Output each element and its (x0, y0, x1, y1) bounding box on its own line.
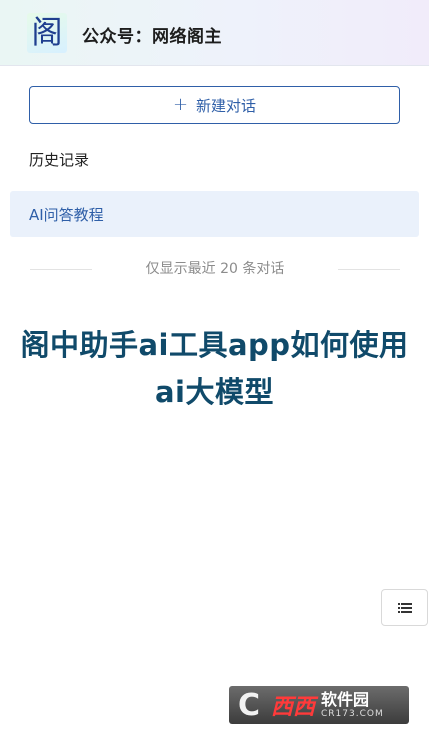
new-chat-label: 新建对话 (196, 96, 257, 115)
app-header: 阁 公众号：网络阁主 (0, 0, 429, 66)
page-headline: 阁中助手ai工具app如何使用 ai大模型 (0, 322, 429, 416)
plus-icon: + (172, 94, 189, 115)
watermark-text: 软件园 CR173.COM (321, 689, 384, 720)
watermark-url: CR173.COM (321, 708, 384, 719)
watermark-brand: 西西 (271, 695, 316, 720)
site-watermark: C 西西 软件园 CR173.COM (229, 686, 409, 724)
history-limit-note: 仅显示最近 20 条对话 (30, 258, 400, 280)
history-heading: 历史记录 (29, 151, 90, 169)
logo: 阁 (27, 13, 67, 53)
divider-right (338, 269, 400, 270)
watermark-logo: C (237, 687, 261, 723)
watermark-name: 软件园 (321, 689, 370, 709)
list-menu-icon (397, 602, 412, 613)
menu-toggle-button[interactable] (381, 589, 428, 626)
headline-line-2: ai大模型 (154, 375, 274, 409)
headline-line-1: 阁中助手ai工具app如何使用 (20, 328, 409, 362)
header-title: 公众号：网络阁主 (82, 27, 222, 47)
new-chat-button[interactable]: + 新建对话 (29, 86, 400, 124)
history-item-label: AI问答教程 (29, 205, 104, 224)
history-item[interactable]: AI问答教程 (10, 191, 419, 237)
